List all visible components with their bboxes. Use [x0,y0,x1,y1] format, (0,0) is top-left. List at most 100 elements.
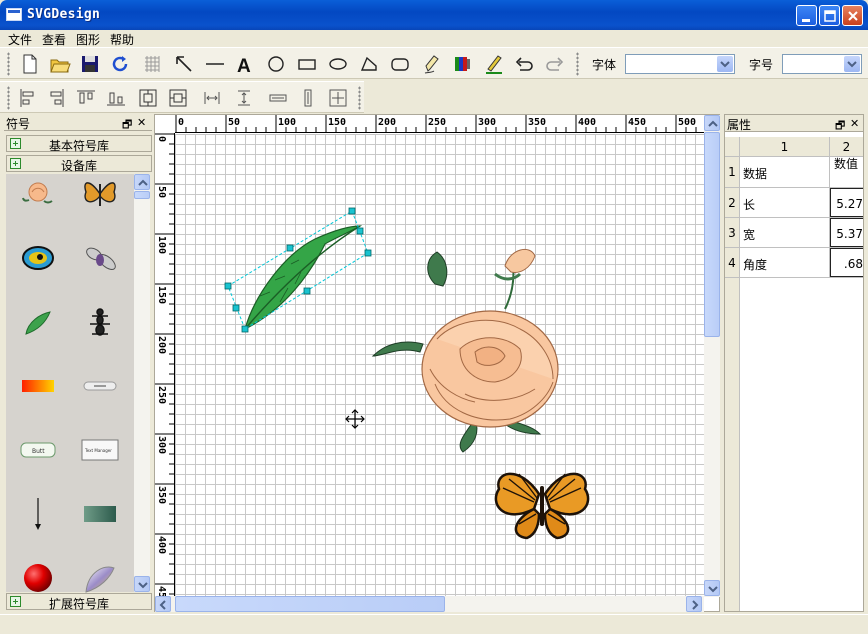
bird-symbol[interactable] [18,238,58,278]
chevron-down-icon[interactable] [844,56,860,72]
center-horizontal-icon[interactable] [166,86,190,110]
save-icon[interactable] [78,52,102,76]
distribute-horizontal-icon[interactable] [200,86,224,110]
grid-icon[interactable] [140,52,164,76]
symbol-scrollbar[interactable] [134,174,150,592]
chrome-shape-symbol[interactable] [80,558,120,598]
font-size-select[interactable] [782,54,862,74]
feather-symbol[interactable] [18,302,58,342]
library-tab-basic[interactable]: 基本符号库 [6,135,152,153]
close-button[interactable] [842,5,863,26]
scroll-left-icon[interactable] [155,596,171,612]
resize-handle[interactable] [241,325,249,333]
row-index: 1 [725,157,740,187]
rose-symbol[interactable] [18,174,58,214]
text-manager-symbol[interactable]: Text Manager [80,430,120,470]
scroll-down-icon[interactable] [134,576,150,592]
property-value-input[interactable]: .68 [830,248,863,277]
select-arrow-icon[interactable] [172,52,196,76]
close-icon[interactable]: ✕ [137,116,146,129]
butterfly-symbol[interactable] [80,174,120,214]
scroll-up-icon[interactable] [134,174,150,190]
small-button-symbol[interactable] [80,366,120,406]
scroll-thumb[interactable] [175,596,445,612]
resize-handle[interactable] [356,227,364,235]
ant-symbol[interactable] [80,302,120,342]
property-value-input[interactable]: 5.27 [830,188,863,217]
scroll-down-icon[interactable] [704,580,720,596]
library-tab-extended[interactable]: 扩展符号库 [6,593,152,611]
scroll-thumb[interactable] [704,132,720,337]
canvas-area: 0 50 100 150 200 250 300 350 400 450 500 0 50 100 150… [154,114,720,612]
text-tool-icon[interactable]: A [233,52,257,76]
butterfly-shape[interactable] [494,472,590,540]
refresh-icon[interactable] [108,52,132,76]
arrow-down-symbol[interactable] [18,494,58,534]
drawing-canvas[interactable] [175,134,705,597]
align-right-icon[interactable] [44,86,68,110]
menu-help[interactable]: 帮助 [110,31,134,48]
chevron-down-icon[interactable] [717,56,733,72]
menu-file[interactable]: 文件 [8,31,32,48]
distribute-vertical-icon[interactable] [232,86,256,110]
font-select[interactable] [625,54,735,74]
ruler-label: 300 [156,436,167,454]
menu-shape[interactable]: 图形 [76,31,100,48]
resize-handle[interactable] [364,249,372,257]
green-rect-symbol[interactable] [80,494,120,534]
property-value[interactable]: 数值 [830,157,863,187]
scroll-up-icon[interactable] [704,115,720,131]
library-tab-device[interactable]: 设备库 [6,155,152,173]
scroll-right-icon[interactable] [686,596,702,612]
pencil-icon[interactable] [482,52,506,76]
resize-handle[interactable] [286,244,294,252]
rectangle-tool-icon[interactable] [295,52,319,76]
canvas-vertical-scrollbar[interactable] [704,115,720,597]
toolbar-grip[interactable] [7,52,10,76]
same-width-icon[interactable] [266,86,290,110]
circle-tool-icon[interactable] [264,52,288,76]
pen-tool-icon[interactable] [420,52,444,76]
resize-handle[interactable] [348,207,356,215]
property-value-input[interactable]: 5.37 [830,218,863,247]
same-height-icon[interactable] [296,86,320,110]
scroll-thumb[interactable] [134,191,150,199]
rose-shape[interactable] [371,248,559,453]
resize-handle[interactable] [224,282,232,290]
polygon-tool-icon[interactable] [357,52,381,76]
ruler-label: 150 [156,286,167,304]
fly-symbol[interactable] [80,238,120,278]
color-fill-icon[interactable] [451,52,475,76]
canvas-horizontal-scrollbar[interactable] [155,596,704,612]
resize-handle[interactable] [303,287,311,295]
minimize-button[interactable] [796,5,817,26]
button-symbol[interactable]: Butt [18,430,58,470]
center-vertical-icon[interactable] [136,86,160,110]
resize-handle[interactable] [232,304,240,312]
toolbar-grip[interactable] [7,86,10,110]
same-size-icon[interactable] [326,86,350,110]
pin-icon[interactable]: 🗗 [122,116,132,135]
new-file-icon[interactable] [18,52,42,76]
main-toolbar: A 字体 字号 [0,47,868,79]
symbol-panel-title: 符号 [6,117,31,131]
undo-icon[interactable] [512,52,536,76]
svg-text:A: A [237,56,251,76]
ellipse-tool-icon[interactable] [326,52,350,76]
pin-icon[interactable]: 🗗 [835,117,845,136]
align-top-icon[interactable] [74,86,98,110]
open-folder-icon[interactable] [48,52,72,76]
menu-view[interactable]: 查看 [42,31,66,48]
maximize-button[interactable] [819,5,840,26]
line-tool-icon[interactable] [203,52,227,76]
align-bottom-icon[interactable] [104,86,128,110]
toolbar-grip[interactable] [576,52,579,76]
gradient-bar-symbol[interactable] [18,366,58,406]
redo-icon[interactable] [543,52,567,76]
toolbar-grip[interactable] [358,86,361,110]
red-ball-symbol[interactable] [18,558,58,598]
rounded-rect-tool-icon[interactable] [388,52,412,76]
menu-bar: 文件 查看 图形 帮助 [0,30,868,47]
close-icon[interactable]: ✕ [850,117,859,130]
align-left-icon[interactable] [16,86,40,110]
